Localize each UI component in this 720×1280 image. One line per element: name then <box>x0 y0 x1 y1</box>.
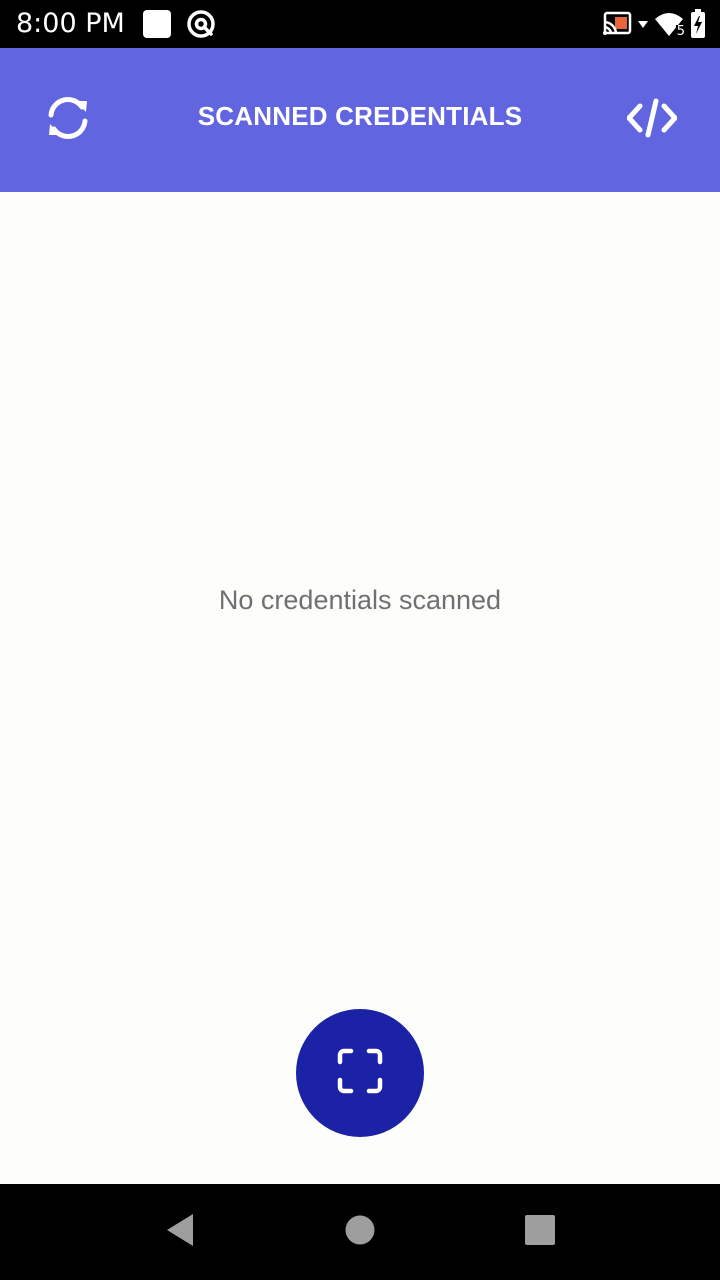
recents-button[interactable] <box>516 1208 564 1256</box>
battery-charging-icon <box>690 9 706 39</box>
code-button[interactable] <box>620 88 684 152</box>
page-title: SCANNED CREDENTIALS <box>197 101 523 131</box>
scan-button[interactable] <box>296 1009 424 1137</box>
code-icon <box>626 98 678 143</box>
back-icon <box>163 1212 197 1253</box>
empty-state-message: No credentials scanned <box>218 585 502 615</box>
recents-icon <box>524 1214 556 1251</box>
app-screen: 8:00 PM 5 SCANNED CREDENTIALS No credent… <box>0 0 720 1280</box>
app-bar: SCANNED CREDENTIALS <box>0 48 720 192</box>
scan-frame-icon <box>337 1048 383 1099</box>
status-icons: 5 <box>602 9 706 39</box>
wifi-badge: 5 <box>675 24 686 39</box>
wifi-icon: 5 <box>654 11 686 39</box>
at-sign-icon <box>186 9 216 39</box>
cast-icon <box>602 11 632 37</box>
status-bar: 8:00 PM 5 <box>0 0 720 48</box>
home-icon <box>344 1214 376 1251</box>
back-button[interactable] <box>156 1208 204 1256</box>
system-nav-bar <box>0 1184 720 1280</box>
notification-square-icon <box>142 9 172 39</box>
dropdown-caret-icon <box>638 19 648 29</box>
home-button[interactable] <box>336 1208 384 1256</box>
status-time: 8:00 PM <box>16 8 125 39</box>
